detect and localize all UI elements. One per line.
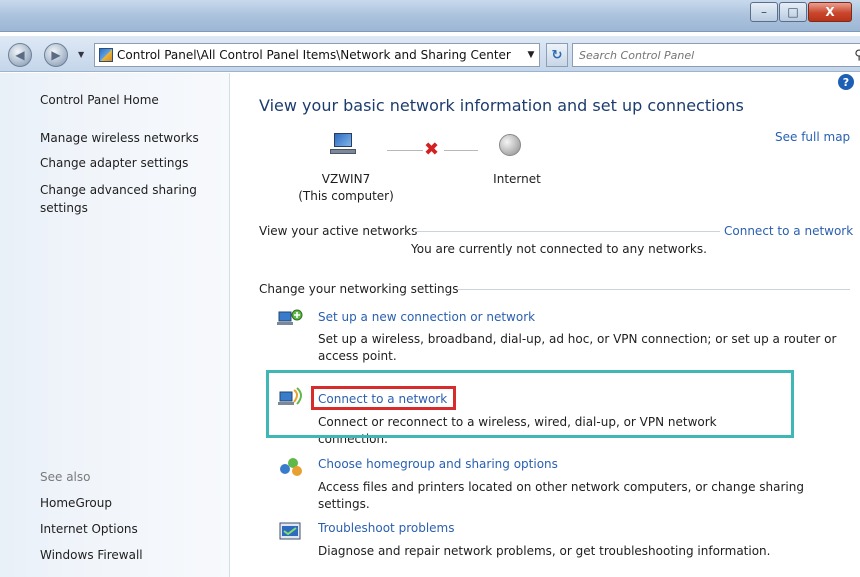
sidebar-change-advanced-sharing[interactable]: Change advanced sharing settings (40, 181, 210, 217)
search-input[interactable] (573, 45, 849, 65)
window-controls: – □ X (749, 2, 852, 22)
internet-node-label[interactable]: Internet (482, 171, 552, 188)
network-line-right (444, 150, 478, 151)
section-divider (457, 289, 850, 290)
task-setup-connection-desc: Set up a wireless, broadband, dial-up, a… (318, 332, 837, 363)
forward-arrow-icon: ▶ (51, 48, 61, 62)
computer-node-label[interactable]: VZWIN7 (This computer) (296, 171, 396, 205)
window-titlebar: – □ X (0, 0, 860, 32)
task-troubleshoot-link[interactable]: Troubleshoot problems (318, 521, 454, 535)
sidebar-windows-firewall[interactable]: Windows Firewall (40, 546, 220, 564)
close-button[interactable]: X (808, 2, 852, 22)
active-networks-heading: View your active networks (259, 224, 418, 238)
sidebar: Control Panel Home Manage wireless netwo… (0, 73, 230, 577)
homegroup-icon (280, 458, 302, 476)
task-homegroup-desc: Access files and printers located on oth… (318, 480, 804, 511)
navigation-bar: ◀ ▶ ▼ Control Panel\All Control Panel It… (0, 36, 860, 72)
back-arrow-icon: ◀ (15, 48, 25, 62)
highlight-box-red (311, 386, 456, 410)
address-bar[interactable]: Control Panel\All Control Panel Items\Ne… (94, 43, 540, 67)
forward-button[interactable]: ▶ (44, 43, 68, 67)
change-settings-heading: Change your networking settings (259, 282, 459, 296)
address-path[interactable]: Control Panel\All Control Panel Items\Ne… (117, 48, 523, 62)
computer-icon (330, 133, 356, 155)
refresh-button[interactable]: ↻ (546, 43, 568, 67)
troubleshoot-icon (279, 522, 301, 540)
search-box[interactable]: ⚲ (572, 43, 860, 67)
sidebar-control-panel-home[interactable]: Control Panel Home (40, 91, 220, 109)
maximize-button[interactable]: □ (779, 2, 807, 22)
section-divider (414, 231, 720, 232)
sidebar-internet-options[interactable]: Internet Options (40, 520, 220, 538)
page-title: View your basic network information and … (259, 96, 744, 115)
sidebar-change-adapter-settings[interactable]: Change adapter settings (40, 154, 220, 172)
see-also-heading: See also (40, 470, 91, 484)
task-troubleshoot-desc: Diagnose and repair network problems, or… (318, 544, 771, 558)
not-connected-message: You are currently not connected to any n… (411, 242, 707, 256)
computer-name: VZWIN7 (321, 172, 371, 186)
see-full-map-link[interactable]: See full map (775, 130, 850, 144)
search-icon[interactable]: ⚲ (849, 48, 860, 63)
connect-to-network-link-top[interactable]: Connect to a network (724, 224, 853, 238)
network-line-left (387, 150, 423, 151)
help-icon[interactable]: ? (838, 74, 854, 90)
minimize-button[interactable]: – (750, 2, 778, 22)
refresh-icon: ↻ (551, 47, 563, 63)
back-button[interactable]: ◀ (8, 43, 32, 67)
task-setup-connection-link[interactable]: Set up a new connection or network (318, 310, 535, 324)
address-dropdown-icon[interactable]: ▼ (523, 50, 539, 60)
sidebar-homegroup[interactable]: HomeGroup (40, 494, 220, 512)
disconnected-x-icon[interactable]: ✖ (424, 139, 439, 160)
task-homegroup-link[interactable]: Choose homegroup and sharing options (318, 457, 558, 471)
recent-pages-dropdown[interactable]: ▼ (78, 50, 84, 59)
sidebar-manage-wireless-networks[interactable]: Manage wireless networks (40, 129, 220, 147)
new-connection-icon (277, 309, 303, 325)
computer-subtitle: (This computer) (298, 189, 394, 203)
control-panel-icon (99, 48, 113, 62)
internet-globe-icon (499, 134, 521, 156)
